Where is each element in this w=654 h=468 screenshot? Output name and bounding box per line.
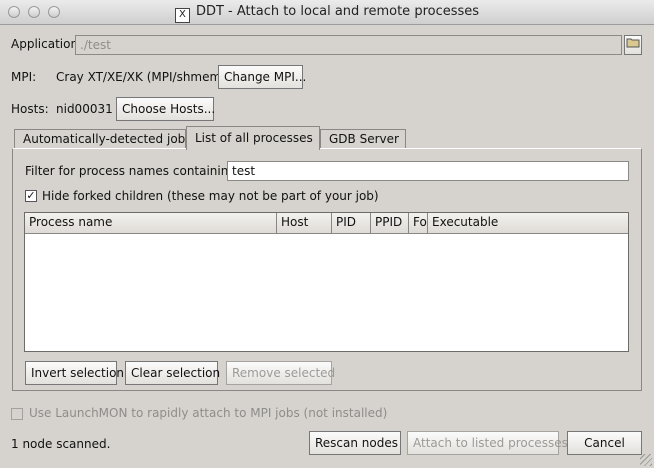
hosts-value: nid00031 (56, 102, 113, 116)
table-header: Process name Host PID PPID Fo Executable (25, 213, 628, 234)
application-label: Application: (11, 37, 83, 51)
resize-grip-icon[interactable] (640, 454, 652, 466)
choose-hosts-button[interactable]: Choose Hosts... (116, 97, 215, 121)
attach-to-listed-processes-button[interactable]: Attach to listed processes (407, 431, 568, 455)
column-process-name[interactable]: Process name (25, 213, 277, 233)
column-ppid[interactable]: PPID (371, 213, 409, 233)
tab-gdb-server[interactable]: GDB Server (320, 129, 406, 149)
process-table[interactable]: Process name Host PID PPID Fo Executable (24, 212, 629, 352)
folder-icon (626, 37, 640, 51)
title-bar: X DDT - Attach to local and remote proces… (0, 0, 654, 25)
column-host[interactable]: Host (277, 213, 332, 233)
browse-application-button[interactable] (624, 35, 642, 55)
launchmon-label: Use LaunchMON to rapidly attach to MPI j… (29, 406, 388, 420)
hide-forked-label: Hide forked children (these may not be p… (42, 189, 379, 203)
x11-icon: X (174, 8, 190, 23)
checkmark-icon: ✓ (26, 189, 36, 202)
tab-list-of-all-processes[interactable]: List of all processes (186, 126, 320, 150)
window-title: X DDT - Attach to local and remote proces… (0, 4, 654, 23)
change-mpi-button[interactable]: Change MPI... (218, 65, 306, 89)
mpi-value: Cray XT/XE/XK (MPI/shmem) (56, 70, 226, 84)
filter-input[interactable]: test (227, 161, 629, 181)
mpi-label: MPI: (11, 70, 37, 84)
launchmon-checkbox[interactable] (11, 408, 23, 420)
filter-label: Filter for process names containing: (25, 164, 241, 178)
status-text: 1 node scanned. (11, 437, 111, 451)
cancel-button[interactable]: Cancel (567, 431, 642, 455)
rescan-nodes-button[interactable]: Rescan nodes (309, 431, 401, 455)
column-fork[interactable]: Fo (409, 213, 428, 233)
tab-automatically-detected-jobs[interactable]: Automatically-detected jobs (14, 129, 192, 149)
remove-selected-button[interactable]: Remove selected (226, 361, 335, 385)
clear-selection-button[interactable]: Clear selection (125, 361, 220, 385)
column-executable[interactable]: Executable (428, 213, 628, 233)
invert-selection-button[interactable]: Invert selection (25, 361, 124, 385)
hide-forked-checkbox[interactable]: ✓ (25, 190, 37, 202)
column-pid[interactable]: PID (332, 213, 371, 233)
application-field: ./test (75, 35, 622, 55)
hosts-label: Hosts: (11, 102, 49, 116)
